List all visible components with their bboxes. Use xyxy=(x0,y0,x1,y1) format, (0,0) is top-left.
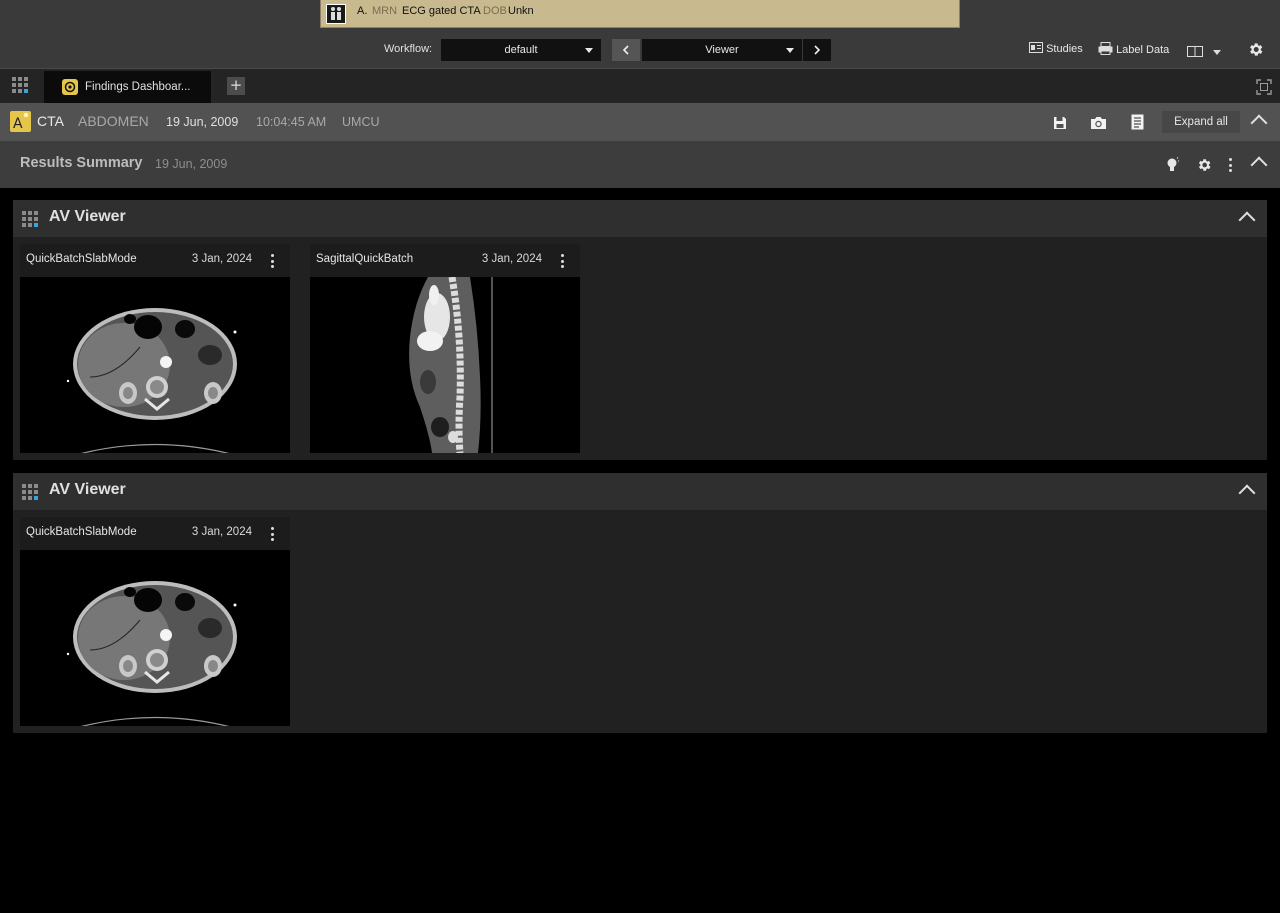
study-time: 10:04:45 AM xyxy=(256,115,327,129)
label-data-button[interactable]: Label Data xyxy=(1098,42,1169,56)
top-toolbar: A. MRN ECG gated CTA DOB Unkn Workflow: … xyxy=(0,0,1280,68)
patient-banner[interactable]: A. MRN ECG gated CTA DOB Unkn xyxy=(320,0,960,28)
prev-step-button[interactable] xyxy=(612,39,640,61)
settings-button[interactable] xyxy=(1247,41,1264,62)
mrn-label: MRN xyxy=(372,5,398,17)
book-icon xyxy=(1187,46,1221,57)
card-header: QuickBatchSlabMode 3 Jan, 2024 xyxy=(20,517,290,550)
studies-icon xyxy=(1029,42,1043,53)
series-date: 3 Jan, 2024 xyxy=(191,253,252,265)
shield-icon xyxy=(62,79,78,95)
camera-icon xyxy=(1091,117,1106,129)
study-description: ECG gated CTA xyxy=(402,5,481,17)
tab-findings-dashboard[interactable]: Findings Dashboar... xyxy=(44,71,211,104)
chevron-up-icon xyxy=(1250,156,1268,174)
series-name: SagittalQuickBatch xyxy=(316,253,414,265)
series-card[interactable]: QuickBatchSlabMode 3 Jan, 2024 xyxy=(20,517,290,726)
next-step-button[interactable] xyxy=(803,39,831,61)
panel-header: AV Viewer xyxy=(13,473,1267,510)
study-header: A CTA ABDOMEN 19 Jun, 2009 10:04:45 AM U… xyxy=(0,103,1280,141)
app-grid-icon xyxy=(12,77,28,93)
gear-icon xyxy=(1198,159,1211,171)
viewer-dropdown[interactable]: Viewer xyxy=(642,39,802,61)
tab-bar: Findings Dashboar... + xyxy=(0,68,1280,104)
label-data-label: Label Data xyxy=(1116,44,1170,56)
panel-title: AV Viewer xyxy=(49,481,126,498)
card-header: SagittalQuickBatch 3 Jan, 2024 xyxy=(310,244,580,277)
layout-button[interactable] xyxy=(1187,43,1221,62)
collapse-panel-button[interactable] xyxy=(1238,211,1256,229)
fullscreen-button[interactable] xyxy=(1256,79,1272,99)
chevron-up-icon xyxy=(1238,484,1256,502)
panel-header: AV Viewer xyxy=(13,200,1267,237)
dob-value: Unkn xyxy=(508,5,534,17)
collapse-panel-button[interactable] xyxy=(1238,484,1256,502)
axial-ct-thumbnail[interactable] xyxy=(20,550,290,726)
collapse-results-button[interactable] xyxy=(1250,156,1268,174)
card-header: QuickBatchSlabMode 3 Jan, 2024 xyxy=(20,244,290,277)
dob-label: DOB xyxy=(483,5,507,17)
caret-down-icon xyxy=(786,48,794,53)
patient-icon xyxy=(326,4,346,24)
add-tab-button[interactable]: + xyxy=(227,77,245,95)
study-date: 19 Jun, 2009 xyxy=(166,115,239,129)
results-summary-date: 19 Jun, 2009 xyxy=(155,157,228,171)
chevron-right-icon xyxy=(814,45,821,55)
series-date: 3 Jan, 2024 xyxy=(191,526,252,538)
chevron-up-icon xyxy=(1238,211,1256,229)
workflow-value: default xyxy=(504,44,538,56)
plus-icon: + xyxy=(229,76,243,94)
report-button[interactable] xyxy=(1131,114,1144,134)
collapse-study-button[interactable] xyxy=(1250,114,1268,132)
study-modality: CTA xyxy=(37,113,64,129)
studies-button[interactable]: Studies xyxy=(1029,42,1083,55)
fullscreen-icon xyxy=(1256,79,1272,95)
viewer-value: Viewer xyxy=(705,44,739,56)
gear-icon xyxy=(1250,43,1263,56)
series-name: QuickBatchSlabMode xyxy=(26,253,137,265)
snapshot-button[interactable] xyxy=(1090,115,1107,134)
panel-title: AV Viewer xyxy=(49,208,126,225)
study-icon: A xyxy=(10,111,31,132)
studies-label: Studies xyxy=(1046,43,1083,55)
results-summary-bar: Results Summary 19 Jun, 2009 xyxy=(0,141,1280,188)
chevron-up-icon xyxy=(1250,114,1268,132)
av-viewer-panel: AV Viewer QuickBatchSlabMode 3 Jan, 2024… xyxy=(13,200,1267,460)
study-institution: UMCU xyxy=(342,115,380,129)
sagittal-ct-thumbnail[interactable] xyxy=(310,277,580,453)
apps-button[interactable] xyxy=(12,77,28,93)
report-icon xyxy=(1131,114,1144,130)
workflow-label: Workflow: xyxy=(384,43,433,55)
results-summary-title: Results Summary xyxy=(20,155,143,171)
patient-name: A. xyxy=(357,5,368,17)
series-name: QuickBatchSlabMode xyxy=(26,526,137,538)
save-icon xyxy=(1054,117,1066,129)
lightbulb-icon xyxy=(1167,157,1179,171)
insights-button[interactable] xyxy=(1165,157,1179,177)
expand-all-button[interactable]: Expand all xyxy=(1162,111,1240,133)
app-grid-icon xyxy=(22,211,38,227)
card-menu-button[interactable] xyxy=(271,527,274,541)
chevron-left-icon xyxy=(622,45,629,55)
series-card[interactable]: QuickBatchSlabMode 3 Jan, 2024 xyxy=(20,244,290,453)
study-body-part: ABDOMEN xyxy=(78,113,149,129)
caret-down-icon xyxy=(585,48,593,53)
axial-ct-thumbnail[interactable] xyxy=(20,277,290,453)
card-menu-button[interactable] xyxy=(271,254,274,268)
results-settings-button[interactable] xyxy=(1196,157,1212,177)
svg-text:A: A xyxy=(13,116,23,132)
av-viewer-panel: AV Viewer QuickBatchSlabMode 3 Jan, 2024 xyxy=(13,473,1267,733)
save-button[interactable] xyxy=(1053,115,1067,134)
card-menu-button[interactable] xyxy=(561,254,564,268)
printer-icon xyxy=(1098,42,1113,55)
results-more-button[interactable] xyxy=(1229,158,1232,172)
series-card[interactable]: SagittalQuickBatch 3 Jan, 2024 xyxy=(310,244,580,453)
workflow-dropdown[interactable]: default xyxy=(441,39,601,61)
series-date: 3 Jan, 2024 xyxy=(481,253,542,265)
tab-label: Findings Dashboar... xyxy=(85,81,191,93)
app-grid-icon xyxy=(22,484,38,500)
